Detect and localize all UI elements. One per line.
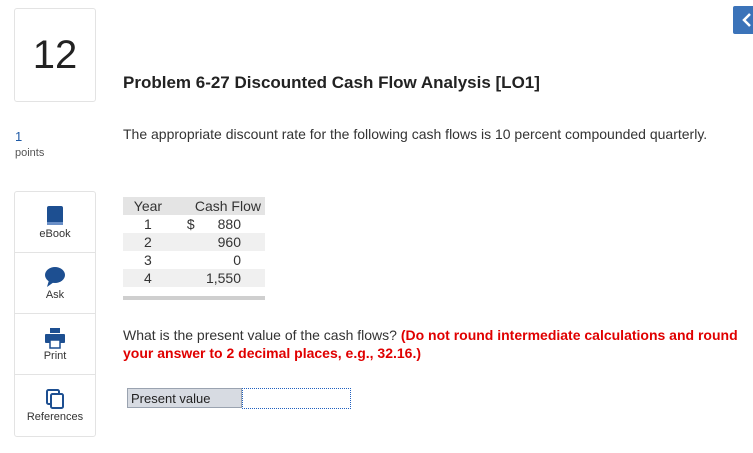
print-label: Print [43,350,67,362]
year-cell: 2 [123,233,173,251]
book-icon [47,206,63,225]
present-value-label: Present value [127,388,242,408]
tools-panel: eBook Ask Print References [14,191,96,437]
question-number-box: 12 [14,8,96,102]
cash-flow-value: 960 [217,234,241,250]
chevron-left-icon [742,13,751,27]
points-value: 1 [15,129,23,144]
cash-flow-table: Year Cash Flow 1 $ 880 2 960 3 0 4 1,550 [123,197,265,287]
problem-intro: The appropriate discount rate for the fo… [123,126,708,142]
points-label: points [15,147,45,159]
cash-flow-value: 0 [233,252,241,268]
printer-icon [45,328,65,349]
references-button[interactable]: References [15,375,95,435]
cash-flow-cell: 0 [173,251,265,269]
ask-label: Ask [45,289,65,301]
cash-flow-cell: $ 880 [173,215,265,233]
question-number: 12 [32,32,78,77]
table-row: 3 0 [123,251,265,269]
cash-flow-value: 1,550 [205,270,241,286]
table-row: 4 1,550 [123,269,265,287]
table-footer-bar [123,296,265,300]
problem-title: Problem 6-27 Discounted Cash Flow Analys… [123,73,540,92]
question-prompt: What is the present value of the cash fl… [123,327,397,343]
question-text: What is the present value of the cash fl… [123,326,753,362]
chat-bubble-icon [45,267,65,287]
table-header-row: Year Cash Flow [123,197,265,215]
table-row: 1 $ 880 [123,215,265,233]
year-cell: 3 [144,252,152,268]
references-label: References [26,411,84,423]
copy-icon [46,389,64,409]
table-row: 2 960 [123,233,265,251]
ebook-label: eBook [39,228,71,240]
cash-flow-value: 880 [217,216,241,232]
cash-flow-cell: 1,550 [172,269,265,287]
ebook-button[interactable]: eBook [15,192,95,253]
year-header: Year [123,197,173,215]
print-button[interactable]: Print [15,314,95,375]
currency-symbol: $ [186,216,195,232]
cash-flow-cell: 960 [172,233,265,251]
year-cell: 4 [123,269,173,287]
year-cell: 1 [144,216,152,232]
chevron-button[interactable] [733,6,753,34]
cash-flow-header: Cash Flow [172,197,265,215]
ask-button[interactable]: Ask [15,253,95,314]
present-value-input[interactable] [242,388,351,409]
